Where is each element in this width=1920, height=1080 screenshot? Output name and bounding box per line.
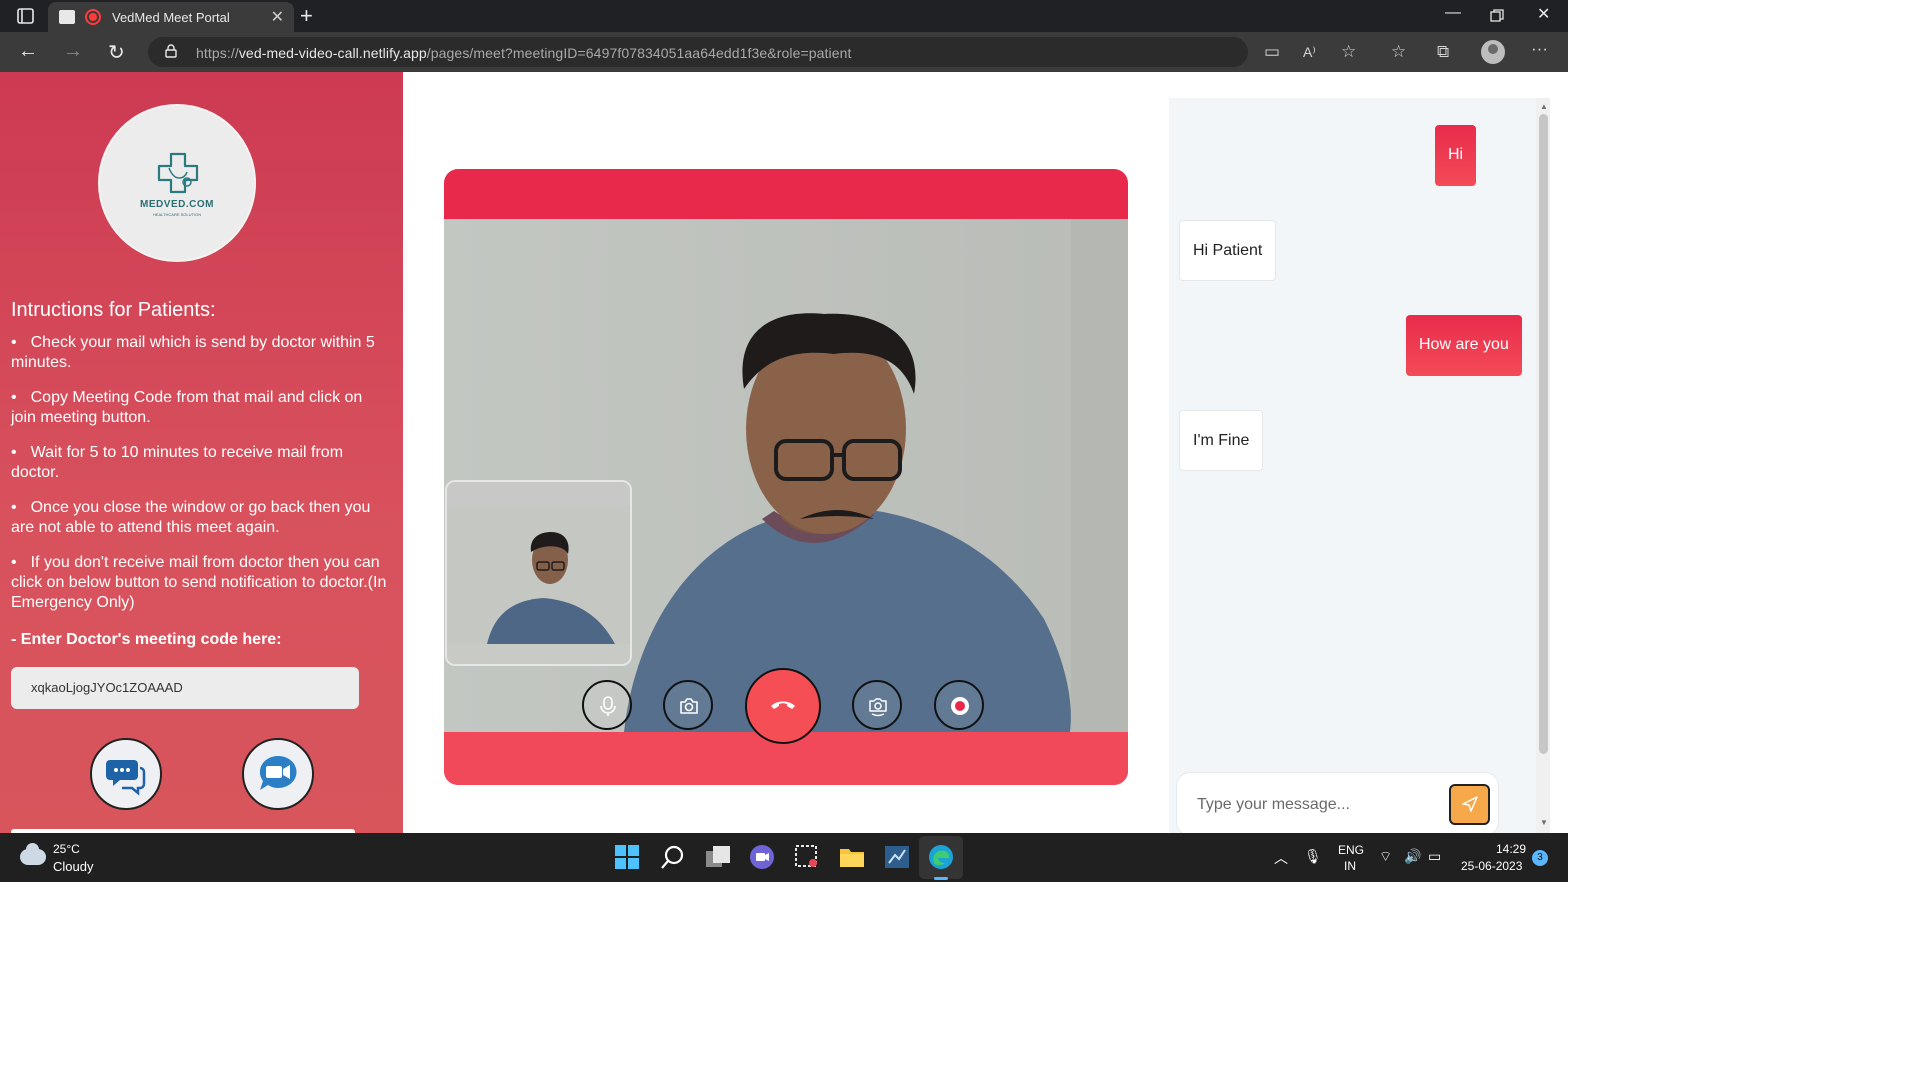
- profile-avatar[interactable]: [1481, 40, 1505, 64]
- edge-browser-icon[interactable]: [927, 843, 955, 871]
- sidebar: MEDVED.COM HEALTHCARE SOLUTION Intructio…: [0, 72, 403, 833]
- clock-time[interactable]: 14:29: [1496, 842, 1526, 856]
- browser-tab-bar: VedMed Meet Portal ✕ + — ✕: [0, 0, 1568, 32]
- phone-hangup-icon: [771, 701, 795, 709]
- minimize-icon[interactable]: —: [1445, 4, 1461, 22]
- close-window-icon[interactable]: ✕: [1537, 4, 1550, 24]
- mute-button[interactable]: [582, 680, 632, 730]
- file-explorer-icon[interactable]: [838, 843, 866, 871]
- favorite-star-icon[interactable]: ☆: [1341, 42, 1356, 62]
- video-chat-icon: [259, 755, 297, 790]
- video-icon[interactable]: ▭: [1264, 42, 1280, 62]
- new-tab-icon[interactable]: +: [300, 3, 313, 29]
- url-field[interactable]: https://ved-med-video-call.netlify.app/p…: [148, 37, 1248, 67]
- meeting-code-label: - Enter Doctor's meeting code here:: [11, 631, 282, 648]
- start-menu-icon[interactable]: [613, 843, 641, 871]
- active-app-indicator: [934, 877, 948, 880]
- chat-message-sent: How are you: [1406, 315, 1522, 376]
- video-call-button[interactable]: [242, 738, 314, 810]
- meeting-code-input[interactable]: xqkaoLjogJYOc1ZOAAAD: [11, 667, 359, 709]
- camera-toggle-button[interactable]: [663, 680, 713, 730]
- switch-camera-button[interactable]: [852, 680, 902, 730]
- collections-icon[interactable]: ⧉: [1437, 42, 1449, 62]
- record-button[interactable]: [934, 680, 984, 730]
- browser-tab[interactable]: VedMed Meet Portal ✕: [48, 2, 294, 32]
- notification-badge[interactable]: 3: [1532, 850, 1548, 866]
- logo: MEDVED.COM HEALTHCARE SOLUTION: [98, 104, 256, 262]
- lock-icon: [165, 44, 177, 58]
- instruction-item: Copy Meeting Code from that mail and cli…: [11, 388, 391, 428]
- browser-address-bar: ← → ↻ https://ved-med-video-call.netlify…: [0, 32, 1568, 72]
- logo-text: MEDVED.COM: [140, 199, 214, 210]
- cloud-icon[interactable]: [20, 843, 46, 865]
- instructions-title: Intructions for Patients:: [11, 299, 216, 321]
- local-participant-image: [447, 506, 630, 664]
- url-path: /pages/meet?meetingID=6497f07834051aa64e…: [426, 45, 852, 61]
- instructions-list: Check your mail which is send by doctor …: [11, 333, 391, 628]
- url-host: ved-med-video-call.netlify.app: [238, 45, 427, 61]
- app-window: VedMed Meet Portal ✕ + — ✕ ← → ↻ https:/…: [0, 0, 1568, 882]
- teams-chat-icon[interactable]: [748, 843, 776, 871]
- medical-cross-icon: [157, 152, 199, 194]
- task-view-icon[interactable]: [704, 843, 732, 871]
- chat-bubbles-icon: [106, 760, 146, 796]
- chat-input-bar: [1176, 772, 1499, 836]
- language-indicator[interactable]: ENG: [1338, 843, 1364, 857]
- instruction-item: Check your mail which is send by doctor …: [11, 333, 391, 373]
- page-favicon-icon: [59, 10, 75, 24]
- microphone-tray-icon[interactable]: 🎙: [1304, 848, 1322, 865]
- scroll-down-icon[interactable]: ▼: [1540, 818, 1548, 827]
- switch-camera-icon: [869, 698, 887, 717]
- recording-indicator-icon: [85, 9, 101, 25]
- search-icon[interactable]: [659, 843, 687, 871]
- camera-icon: [680, 698, 698, 714]
- windows-taskbar: 25°C Cloudy ︿ 🎙 ENG IN ⌔ 🔊 ▭ 14:29 25-06…: [0, 833, 1568, 882]
- scroll-up-icon[interactable]: ▲: [1540, 102, 1548, 111]
- instruction-item: If you don't receive mail from doctor th…: [11, 553, 391, 613]
- weather-temperature[interactable]: 25°C: [53, 842, 80, 856]
- restore-icon[interactable]: [1490, 9, 1504, 23]
- chat-message-received: Hi Patient: [1179, 220, 1277, 281]
- battery-icon[interactable]: ▭: [1428, 848, 1441, 865]
- forward-arrow-icon[interactable]: →: [63, 40, 83, 63]
- tab-close-icon[interactable]: ✕: [271, 7, 284, 27]
- more-menu-icon[interactable]: ···: [1531, 39, 1548, 59]
- url-scheme: https://: [196, 45, 239, 61]
- instruction-item: Wait for 5 to 10 minutes to receive mail…: [11, 443, 391, 483]
- volume-icon[interactable]: 🔊: [1404, 848, 1421, 865]
- chat-message-sent: Hi: [1435, 125, 1477, 186]
- favorites-list-icon[interactable]: ☆: [1391, 42, 1406, 62]
- local-video-preview[interactable]: [445, 480, 632, 666]
- sql-tool-icon[interactable]: [883, 843, 911, 871]
- url-text: https://ved-med-video-call.netlify.app/p…: [196, 45, 851, 61]
- send-icon: [1462, 796, 1478, 812]
- read-aloud-icon[interactable]: A⁾: [1303, 44, 1316, 61]
- chat-message-received: I'm Fine: [1179, 410, 1264, 471]
- back-arrow-icon[interactable]: ←: [18, 40, 38, 63]
- weather-description[interactable]: Cloudy: [53, 859, 93, 874]
- refresh-icon[interactable]: ↻: [108, 40, 125, 65]
- logo-subtext: HEALTHCARE SOLUTION: [152, 212, 202, 217]
- wifi-icon[interactable]: ⌔: [1379, 848, 1392, 866]
- show-hidden-icons-icon[interactable]: ︿: [1274, 848, 1288, 868]
- record-icon: [951, 697, 969, 715]
- chat-panel: Hi Hi Patient How are you I'm Fine: [1169, 98, 1536, 833]
- end-call-button[interactable]: [745, 668, 821, 744]
- tab-actions-icon[interactable]: [16, 7, 36, 25]
- instruction-item: Once you close the window or go back the…: [11, 498, 391, 538]
- clock-date[interactable]: 25-06-2023: [1461, 859, 1522, 873]
- chat-message-input[interactable]: [1197, 793, 1437, 817]
- snipping-tool-icon[interactable]: [793, 843, 821, 871]
- send-button[interactable]: [1449, 784, 1490, 825]
- microphone-icon: [600, 696, 616, 716]
- language-region[interactable]: IN: [1344, 859, 1356, 873]
- tab-title: VedMed Meet Portal: [112, 10, 230, 25]
- local-video-top-strip: [447, 482, 630, 506]
- chat-notification-button[interactable]: [90, 738, 162, 810]
- scrollbar-thumb[interactable]: [1539, 114, 1548, 754]
